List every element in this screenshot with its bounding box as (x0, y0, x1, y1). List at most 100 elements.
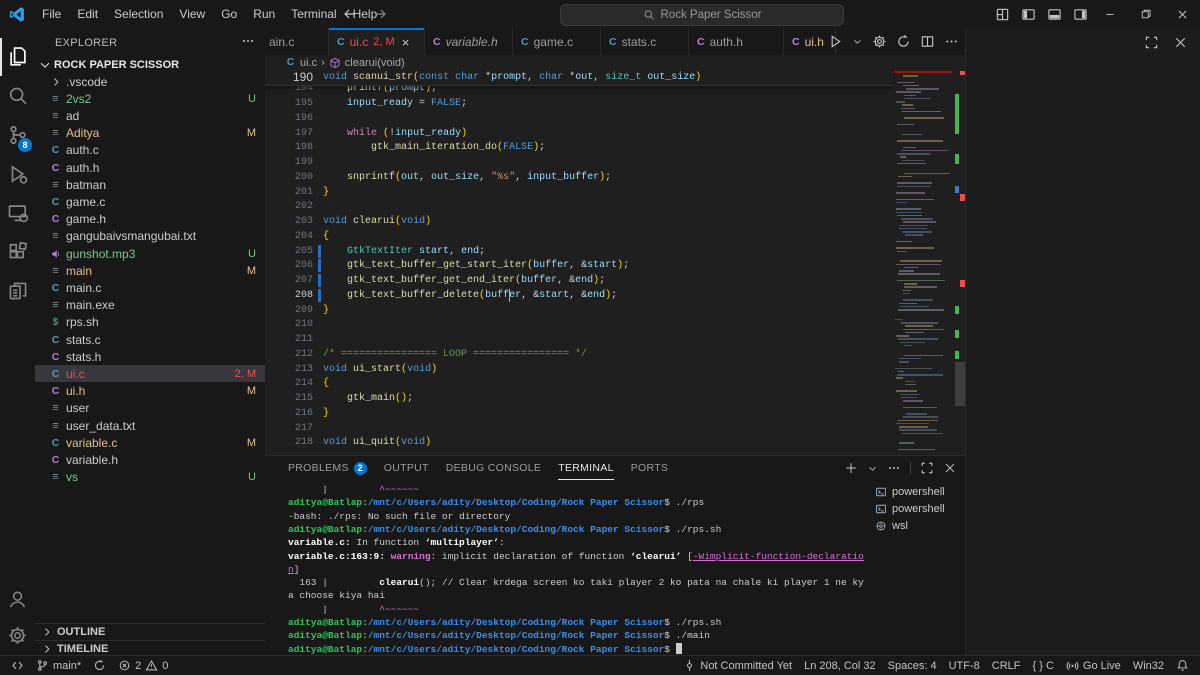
file-2vs2[interactable]: ≡ 2vs2 U (35, 90, 265, 107)
menu-selection[interactable]: Selection (106, 0, 171, 28)
customize-layout-icon[interactable] (995, 7, 1010, 22)
file-gangubaivsmangubai.txt[interactable]: ≡ gangubaivsmangubai.txt (35, 228, 265, 245)
problems[interactable]: 20 (113, 656, 173, 675)
terminal-output[interactable]: | ^~~~~~~ aditya@Batlap:/mnt/c/Users/adit… (265, 480, 965, 656)
activitybar-settings[interactable] (0, 616, 35, 654)
file-stats.c[interactable]: Cstats.c (35, 331, 265, 348)
explorer-root-folder[interactable]: ROCK PAPER SCISSOR (35, 56, 265, 74)
file-vs[interactable]: ≡ vs U (35, 469, 265, 486)
eol[interactable]: CRLF (987, 656, 1026, 675)
screen-full-icon[interactable] (920, 461, 934, 475)
breadcrumb-symbol[interactable]: clearui(void) (345, 57, 405, 69)
minimize-button[interactable] (1092, 0, 1128, 28)
file-auth.h[interactable]: Cauth.h (35, 159, 265, 176)
go-live[interactable]: Go Live (1061, 656, 1126, 675)
panel-tab-ports[interactable]: PORTS (631, 456, 668, 480)
panel-tab-problems[interactable]: PROBLEMS 2 (288, 456, 367, 480)
terminal-instance-wsl[interactable]: wsl (875, 517, 963, 534)
history-back-icon[interactable] (342, 6, 358, 22)
activitybar-source-control[interactable]: 8 (0, 116, 35, 154)
file-gunshot.mp3[interactable]: gunshot.mp3 U (35, 245, 265, 262)
file-batman[interactable]: ≡ batman (35, 176, 265, 193)
more-actions-icon[interactable] (241, 34, 255, 48)
panel-tab-debug-console[interactable]: DEBUG CONSOLE (446, 456, 542, 480)
chevron-down-icon[interactable] (867, 463, 878, 474)
panel-tab-output[interactable]: OUTPUT (384, 456, 429, 480)
menu-view[interactable]: View (171, 0, 213, 28)
cursor-position[interactable]: Ln 208, Col 32 (799, 656, 881, 675)
file-variable.c[interactable]: Cvariable.c M (35, 434, 265, 451)
menu-terminal[interactable]: Terminal (283, 0, 344, 28)
toggle-panel-bottom-icon[interactable] (1047, 7, 1062, 22)
run-icon[interactable] (828, 34, 843, 49)
file-main[interactable]: ≡ main M (35, 262, 265, 279)
file-Aditya[interactable]: ≡ Aditya M (35, 125, 265, 142)
file-main.exe[interactable]: ≡ main.exe (35, 297, 265, 314)
activitybar-extensions[interactable] (0, 233, 35, 271)
toggle-sidebar-right-icon[interactable] (1073, 7, 1088, 22)
file-.vscode[interactable]: .vscode (35, 73, 265, 90)
file-main.c[interactable]: Cmain.c (35, 279, 265, 296)
remote-indicator[interactable] (6, 656, 29, 675)
more-icon[interactable] (887, 461, 901, 475)
tab-close-icon[interactable]: × (402, 35, 410, 50)
gear-icon[interactable] (872, 34, 887, 49)
activitybar-explorer[interactable] (0, 38, 35, 76)
tab-variable.h[interactable]: Cvariable.h (425, 28, 513, 55)
terminal-instance-powershell[interactable]: powershell (875, 500, 963, 517)
overview-ruler-scrollbar[interactable] (955, 70, 965, 455)
group-close-icon[interactable] (1173, 35, 1188, 50)
sync-icon[interactable] (896, 34, 911, 49)
section-timeline[interactable]: TIMELINE (35, 640, 265, 655)
file-stats.h[interactable]: Cstats.h (35, 348, 265, 365)
activitybar-remote-explorer[interactable] (0, 194, 35, 232)
file-game.h[interactable]: Cgame.h (35, 211, 265, 228)
tab-main-c-partial[interactable]: ain.c (265, 28, 329, 55)
breadcrumb-file[interactable]: ui.c (300, 57, 317, 69)
encoding[interactable]: UTF-8 (944, 656, 985, 675)
terminal-instance-powershell[interactable]: powershell (875, 483, 963, 500)
chevron-down-icon[interactable] (852, 36, 863, 47)
tab-game.c[interactable]: Cgame.c (513, 28, 601, 55)
menu-run[interactable]: Run (245, 0, 283, 28)
git-commit-status[interactable]: Not Committed Yet (678, 656, 797, 675)
activitybar-search[interactable] (0, 77, 35, 115)
file-ui.h[interactable]: Cui.h M (35, 383, 265, 400)
language-mode[interactable]: { } C (1027, 656, 1058, 675)
file-auth.c[interactable]: Cauth.c (35, 142, 265, 159)
history-forward-icon[interactable] (372, 6, 388, 22)
split-editor-icon[interactable] (920, 34, 935, 49)
code-editor[interactable]: 194 printf(prompt); 195 input_ready = FAL… (265, 70, 965, 455)
file-rps.sh[interactable]: $ rps.sh (35, 314, 265, 331)
activitybar-run-debug[interactable] (0, 155, 35, 193)
activitybar-references[interactable] (0, 272, 35, 310)
close-button[interactable] (1164, 0, 1200, 28)
indentation[interactable]: Spaces: 4 (883, 656, 942, 675)
file-game.c[interactable]: Cgame.c (35, 193, 265, 210)
close-icon[interactable] (943, 461, 957, 475)
platform[interactable]: Win32 (1128, 656, 1169, 675)
menu-edit[interactable]: Edit (69, 0, 106, 28)
file-ui.c[interactable]: Cui.c 2, M (35, 365, 265, 383)
scrollbar-thumb[interactable] (955, 362, 965, 406)
tab-stats.c[interactable]: Cstats.c (601, 28, 689, 55)
git-sync[interactable] (88, 656, 111, 675)
section-outline[interactable]: OUTLINE (35, 623, 265, 640)
file-ad[interactable]: ≡ ad (35, 107, 265, 124)
file-user_data.txt[interactable]: ≡ user_data.txt (35, 417, 265, 434)
more-icon[interactable] (944, 34, 959, 49)
toggle-sidebar-left-icon[interactable] (1021, 7, 1036, 22)
tab-auth.h[interactable]: Cauth.h (689, 28, 784, 55)
group-screen-full-icon[interactable] (1144, 35, 1159, 50)
minimap[interactable] (893, 70, 955, 455)
git-branch[interactable]: main* (31, 656, 86, 675)
plus-icon[interactable] (844, 461, 858, 475)
restore-button[interactable] (1128, 0, 1164, 28)
command-center-search[interactable]: Rock Paper Scissor (560, 4, 844, 26)
menu-file[interactable]: File (34, 0, 69, 28)
tab-ui.c[interactable]: Cui.c 2, M × (329, 28, 425, 56)
activitybar-account[interactable] (0, 580, 35, 618)
file-user[interactable]: ≡ user (35, 400, 265, 417)
notifications[interactable] (1171, 656, 1194, 675)
panel-tab-terminal[interactable]: TERMINAL (558, 456, 614, 480)
